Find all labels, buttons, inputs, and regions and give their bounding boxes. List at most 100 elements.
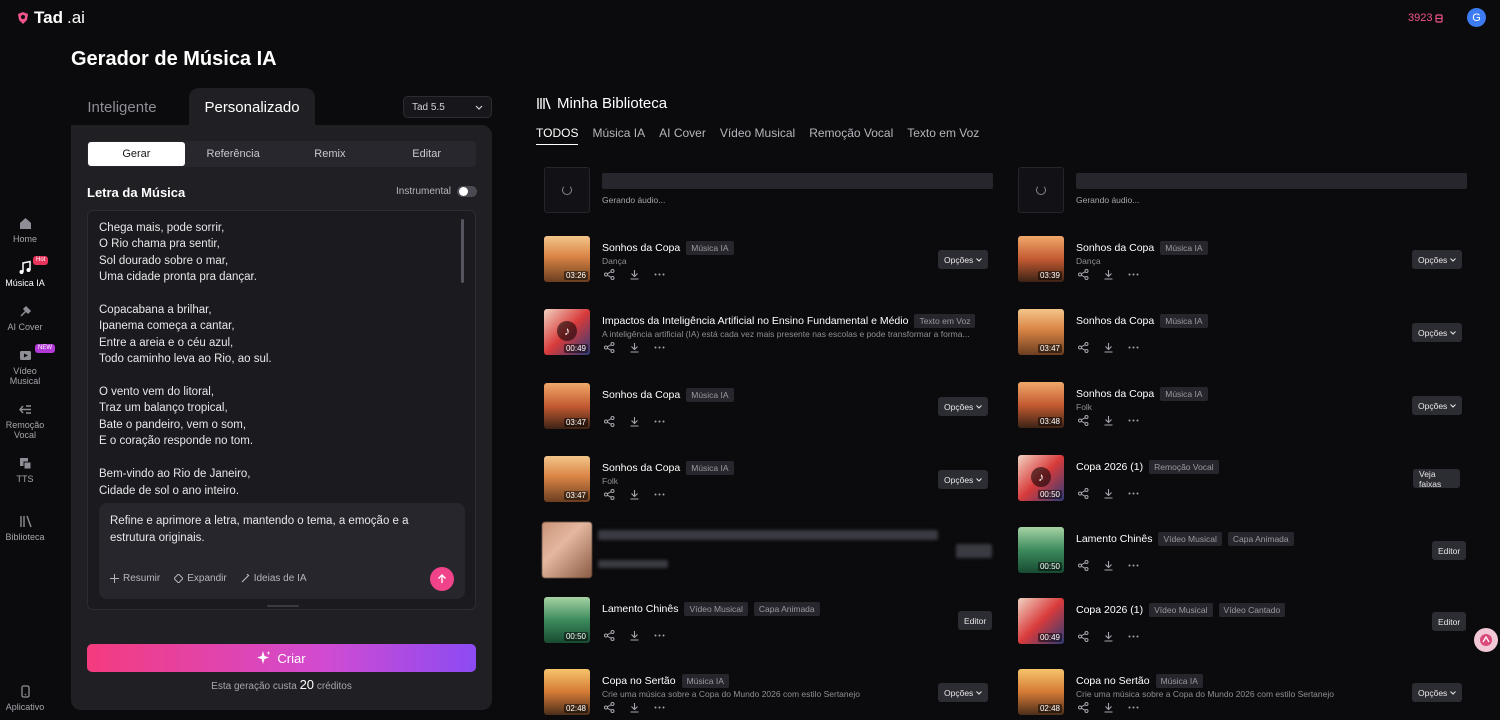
track-card[interactable]: 02:48 Copa no Sertão Música IA Crie uma m…	[1010, 669, 1463, 717]
editor-button[interactable]: Editor	[958, 611, 993, 630]
editor-button[interactable]: Editor	[1432, 612, 1467, 631]
more-icon[interactable]	[1128, 342, 1139, 353]
track-thumbnail[interactable]: 02:48	[1018, 669, 1064, 715]
track-card[interactable]: 02:48 Copa no Sertão Música IA Crie uma m…	[536, 669, 989, 717]
more-icon[interactable]	[654, 342, 665, 353]
track-thumbnail[interactable]: ♪ 00:49	[544, 309, 590, 355]
tab-remix[interactable]: Remix	[282, 142, 379, 166]
track-thumbnail[interactable]: ♪ 00:50	[1018, 455, 1064, 501]
sidebar-item-video-musical[interactable]: NEW Vídeo Musical	[0, 344, 55, 386]
track-thumbnail[interactable]: 00:49	[1018, 598, 1064, 644]
credits-counter[interactable]: 3923	[1408, 12, 1444, 24]
download-icon[interactable]	[629, 702, 640, 713]
track-card[interactable]: 03:48 Sonhos da Copa Música IA Folk Opçõe…	[1010, 382, 1463, 430]
sidebar-item-biblioteca[interactable]: Biblioteca	[0, 514, 50, 542]
model-select[interactable]: Tad 5.5	[403, 96, 492, 118]
download-icon[interactable]	[1103, 269, 1114, 280]
options-button[interactable]: Opções	[938, 470, 989, 489]
share-icon[interactable]	[1078, 631, 1089, 642]
resumir-button[interactable]: Resumir	[110, 573, 160, 584]
expandir-button[interactable]: Expandir	[174, 573, 227, 584]
track-card[interactable]: 03:47 Sonhos da Copa Música IA Opções	[1010, 309, 1463, 357]
track-thumbnail[interactable]: 03:39	[1018, 236, 1064, 282]
send-button[interactable]	[430, 567, 454, 591]
more-icon[interactable]	[654, 269, 665, 280]
tab-personalizado[interactable]: Personalizado	[189, 88, 315, 126]
track-thumbnail[interactable]: 03:26	[544, 236, 590, 282]
options-button[interactable]: Opções	[1412, 323, 1463, 342]
download-icon[interactable]	[629, 269, 640, 280]
tab-ai-cover[interactable]: AI Cover	[659, 126, 706, 145]
user-avatar[interactable]: G	[1467, 8, 1486, 27]
download-icon[interactable]	[629, 489, 640, 500]
editor-button[interactable]: Editor	[1432, 541, 1467, 560]
share-icon[interactable]	[1078, 488, 1089, 499]
track-card[interactable]: ♪ 00:50 Copa 2026 (1) Remoção Vocal Veja f…	[1010, 455, 1460, 503]
track-thumbnail[interactable]: 02:48	[544, 669, 590, 715]
share-icon[interactable]	[604, 416, 615, 427]
more-icon[interactable]	[654, 416, 665, 427]
download-icon[interactable]	[1103, 560, 1114, 571]
download-icon[interactable]	[629, 342, 640, 353]
share-icon[interactable]	[1078, 415, 1089, 426]
tab-inteligente[interactable]: Inteligente	[71, 88, 173, 126]
download-icon[interactable]	[1103, 631, 1114, 642]
download-icon[interactable]	[629, 630, 640, 641]
tab-referencia[interactable]: Referência	[185, 142, 282, 166]
more-icon[interactable]	[654, 489, 665, 500]
options-button[interactable]: Opções	[938, 683, 989, 702]
download-icon[interactable]	[1103, 488, 1114, 499]
download-icon[interactable]	[1103, 342, 1114, 353]
more-icon[interactable]	[1128, 488, 1139, 499]
options-button[interactable]: Opções	[1412, 250, 1463, 269]
share-icon[interactable]	[1078, 342, 1089, 353]
tab-texto-em-voz[interactable]: Texto em Voz	[907, 126, 979, 145]
download-icon[interactable]	[1103, 415, 1114, 426]
track-card[interactable]: 00:49 Copa 2026 (1) Vídeo Musical Vídeo Ca…	[1010, 598, 1467, 646]
tab-editar[interactable]: Editar	[378, 142, 475, 166]
track-thumbnail[interactable]: 03:47	[1018, 309, 1064, 355]
lyrics-scrollbar[interactable]	[461, 219, 464, 283]
track-card[interactable]: 03:47 Sonhos da Copa Música IA Folk Opçõe…	[536, 456, 989, 504]
more-icon[interactable]	[1128, 631, 1139, 642]
share-icon[interactable]	[604, 489, 615, 500]
download-icon[interactable]	[1103, 702, 1114, 713]
lyrics-textarea[interactable]: Chega mais, pode sorrir, O Rio chama pra…	[99, 220, 449, 499]
resize-handle[interactable]	[267, 605, 299, 607]
track-thumbnail[interactable]: 03:47	[544, 456, 590, 502]
track-thumbnail[interactable]: 03:48	[1018, 382, 1064, 428]
track-card[interactable]: 00:50 Lamento Chinês Vídeo Musical Capa An…	[1010, 527, 1467, 575]
share-icon[interactable]	[604, 702, 615, 713]
more-icon[interactable]	[654, 702, 665, 713]
sidebar-item-home[interactable]: Home	[0, 216, 50, 244]
instrumental-toggle[interactable]	[457, 186, 478, 197]
refine-input[interactable]: Refine e aprimore a letra, mantendo o te…	[110, 513, 440, 547]
more-icon[interactable]	[1128, 269, 1139, 280]
share-icon[interactable]	[604, 630, 615, 641]
options-button[interactable]: Opções	[938, 397, 989, 416]
redacted-track-card[interactable]	[534, 522, 992, 578]
sidebar-item-musica-ia[interactable]: Hot Música IA	[0, 256, 50, 288]
share-icon[interactable]	[604, 269, 615, 280]
view-tracks-button[interactable]: Veja faixas	[1413, 469, 1460, 489]
tab-musica-ia[interactable]: Música IA	[592, 126, 645, 145]
track-thumbnail[interactable]: 00:50	[544, 597, 590, 643]
share-icon[interactable]	[604, 342, 615, 353]
track-card[interactable]: 00:50 Lamento Chinês Vídeo Musical Capa An…	[536, 597, 993, 645]
track-card[interactable]: 03:26 Sonhos da Copa Música IA Dança Opçõ…	[536, 236, 989, 284]
tab-remocao-vocal[interactable]: Remoção Vocal	[809, 126, 893, 145]
track-thumbnail[interactable]: 00:50	[1018, 527, 1064, 573]
track-card[interactable]: ♪ 00:49 Impactos da Inteligência Artifici…	[536, 309, 986, 357]
options-button[interactable]: Opções	[1412, 396, 1463, 415]
options-button[interactable]: Opções	[1412, 683, 1463, 702]
track-thumbnail[interactable]: 03:47	[544, 383, 590, 429]
create-button[interactable]: Criar	[87, 644, 476, 672]
floating-assistant-button[interactable]	[1474, 628, 1498, 652]
ideias-ia-button[interactable]: Ideias de IA	[241, 573, 307, 584]
sidebar-item-tts[interactable]: TTS	[0, 456, 50, 484]
more-icon[interactable]	[1128, 415, 1139, 426]
brand-logo[interactable]: Tad .ai	[16, 8, 85, 28]
tab-gerar[interactable]: Gerar	[88, 142, 185, 166]
share-icon[interactable]	[1078, 702, 1089, 713]
track-card[interactable]: 03:39 Sonhos da Copa Música IA Dança Opçõ…	[1010, 236, 1463, 284]
